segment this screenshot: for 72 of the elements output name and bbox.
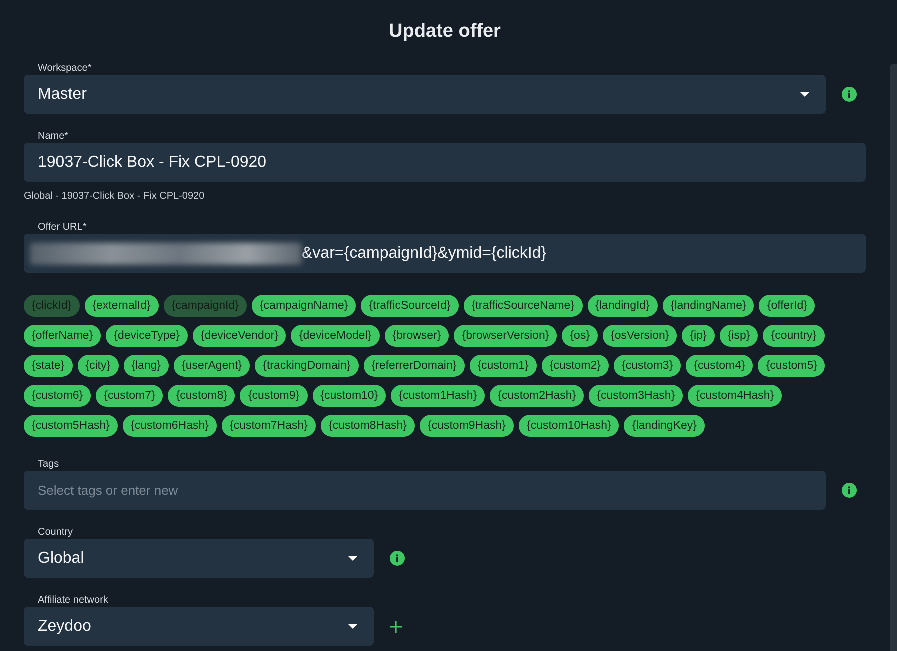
affiliate-network-select[interactable]: Zeydoo: [24, 607, 374, 646]
token-chip[interactable]: {state}: [24, 355, 73, 377]
info-icon[interactable]: [390, 551, 405, 566]
info-icon[interactable]: [842, 87, 857, 102]
add-icon[interactable]: [390, 620, 402, 632]
token-chip[interactable]: {campaignName}: [252, 295, 356, 317]
token-chip[interactable]: {userAgent}: [174, 355, 250, 377]
token-chip[interactable]: {trafficSourceId}: [361, 295, 459, 317]
field-label: Offer URL*: [37, 222, 87, 234]
token-chip[interactable]: {custom3Hash}: [589, 385, 684, 407]
token-chip[interactable]: {deviceModel}: [291, 325, 380, 347]
token-chip[interactable]: {city}: [78, 355, 119, 377]
caret-icon: [348, 556, 358, 561]
token-chip[interactable]: {custom2Hash}: [490, 385, 584, 407]
token-chip[interactable]: {ip}: [682, 325, 715, 347]
token-chip[interactable]: {custom5}: [758, 355, 826, 377]
token-chip[interactable]: {custom9}: [240, 385, 308, 407]
token-chip[interactable]: {externalId}: [84, 295, 159, 317]
caret-icon: [348, 624, 358, 629]
token-chip[interactable]: {custom6}: [24, 385, 92, 407]
caret-icon: [800, 92, 810, 97]
token-chip[interactable]: {custom5Hash}: [24, 415, 118, 437]
country-select[interactable]: Global: [24, 539, 374, 578]
token-chip[interactable]: {landingName}: [662, 295, 754, 317]
info-icon[interactable]: [842, 483, 857, 498]
token-chip[interactable]: {custom10}: [312, 385, 386, 407]
token-chip[interactable]: {trackingDomain}: [255, 355, 359, 377]
token-chip[interactable]: {browser}: [384, 325, 450, 347]
token-chip[interactable]: {custom4Hash}: [688, 385, 782, 407]
field-label: Name*: [37, 131, 69, 143]
field-label: Country: [37, 527, 74, 539]
select-value: Zeydoo: [38, 618, 92, 636]
field-value: 19037-Click Box - Fix CPL-0920: [38, 154, 267, 172]
tags-field[interactable]: Select tags or enter new: [24, 471, 826, 510]
token-chip[interactable]: {custom1Hash}: [391, 385, 486, 407]
token-chip[interactable]: {offerId}: [759, 295, 816, 317]
select-value: Global: [38, 550, 84, 568]
token-chip[interactable]: {custom1}: [470, 355, 537, 377]
token-chip[interactable]: {custom3}: [614, 355, 682, 377]
token-chip[interactable]: {custom9Hash}: [420, 415, 514, 437]
token-chip[interactable]: {referrerDomain}: [364, 355, 465, 377]
token-chip[interactable]: {custom4}: [686, 355, 754, 377]
token-chip[interactable]: {landingKey}: [624, 415, 705, 437]
token-chip[interactable]: {custom10Hash}: [519, 415, 620, 437]
dialog-title: Update offer: [388, 20, 502, 44]
token-chip[interactable]: {country}: [763, 325, 825, 347]
field-hint: Global - 19037-Click Box - Fix CPL-0920: [24, 191, 205, 202]
field-label: Tags: [37, 459, 60, 471]
token-chip[interactable]: {isp}: [720, 325, 758, 347]
token-chip[interactable]: {custom2}: [542, 355, 610, 377]
token-chip[interactable]: {lang}: [124, 355, 169, 377]
token-chip[interactable]: {os}: [562, 325, 598, 347]
token-chip[interactable]: {custom7Hash}: [222, 415, 316, 437]
field-label: Affiliate network: [37, 595, 108, 607]
token-chip[interactable]: {landingId}: [588, 295, 658, 317]
token-chip[interactable]: {trafficSourceName}: [464, 295, 583, 317]
token-chip[interactable]: {custom7}: [96, 385, 164, 407]
select-value: Master: [38, 86, 87, 104]
name-field[interactable]: 19037-Click Box - Fix CPL-0920: [24, 143, 866, 182]
token-chip[interactable]: {browserVersion}: [454, 325, 558, 347]
token-chip[interactable]: {custom8Hash}: [321, 415, 415, 437]
token-chip[interactable]: {deviceVendor}: [193, 325, 286, 347]
token-chip[interactable]: {offerName}: [24, 325, 102, 347]
token-chip[interactable]: {custom8}: [168, 385, 236, 407]
workspace-select[interactable]: Master: [24, 75, 826, 114]
field-value: &var={campaignId}&ymid={clickId}: [302, 244, 547, 262]
token-chip[interactable]: {osVersion}: [603, 325, 678, 347]
tags-input[interactable]: Select tags or enter new: [38, 483, 812, 498]
field-label: Workspace*: [37, 63, 92, 75]
token-chip[interactable]: {deviceType}: [106, 325, 188, 347]
offer-url-field[interactable]: &var={campaignId}&ymid={clickId}: [24, 234, 866, 273]
token-chip[interactable]: {custom6Hash}: [123, 415, 217, 437]
